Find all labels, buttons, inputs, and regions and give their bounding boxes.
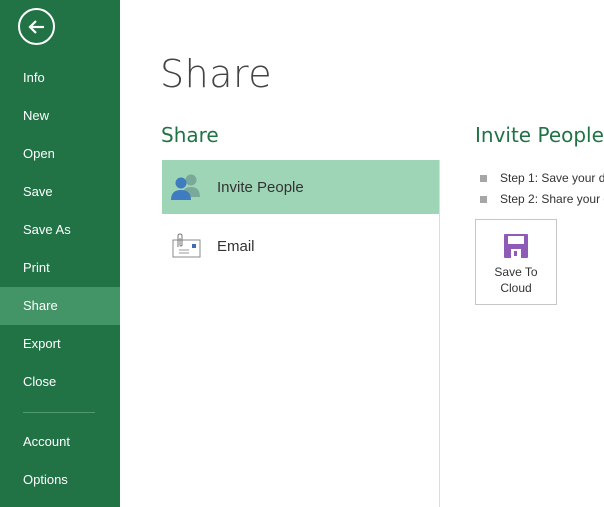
step-text: Step 2: Share your document bbox=[500, 192, 604, 206]
option-invite-people-label: Invite People bbox=[217, 178, 304, 196]
save-to-cloud-button[interactable]: Save To Cloud bbox=[475, 219, 557, 305]
nav-item-open[interactable]: Open bbox=[0, 135, 120, 173]
save-to-cloud-label: Save To Cloud bbox=[494, 264, 537, 296]
save-to-cloud-line1: Save To bbox=[494, 265, 538, 279]
option-invite-people[interactable]: Invite People bbox=[162, 160, 439, 214]
back-arrow-icon bbox=[27, 19, 44, 34]
step-item: Step 2: Share your document bbox=[480, 192, 604, 206]
floppy-disk-icon bbox=[504, 234, 528, 258]
email-attachment-icon bbox=[168, 231, 204, 261]
nav-item-share[interactable]: Share bbox=[0, 287, 120, 325]
nav-item-save-as[interactable]: Save As bbox=[0, 211, 120, 249]
options-divider bbox=[439, 160, 440, 507]
nav-item-export[interactable]: Export bbox=[0, 325, 120, 363]
people-icon bbox=[168, 172, 204, 202]
nav-item-save[interactable]: Save bbox=[0, 173, 120, 211]
sidebar-divider bbox=[23, 412, 95, 413]
option-email[interactable]: Email bbox=[162, 219, 439, 273]
nav-item-account[interactable]: Account bbox=[0, 423, 120, 461]
nav-item-close[interactable]: Close bbox=[0, 363, 120, 401]
invite-people-title: Invite People bbox=[475, 123, 604, 147]
bullet-icon bbox=[480, 195, 487, 203]
nav-item-info[interactable]: Info bbox=[0, 59, 120, 97]
back-button[interactable] bbox=[18, 8, 55, 45]
nav-item-options[interactable]: Options bbox=[0, 461, 120, 499]
backstage-sidebar: Info New Open Save Save As Print Share E… bbox=[0, 0, 120, 507]
option-email-label: Email bbox=[217, 237, 255, 255]
page-title: Share bbox=[160, 52, 273, 96]
step-text: Step 1: Save your document to a OneDrive… bbox=[500, 171, 604, 185]
share-section-title: Share bbox=[161, 123, 219, 147]
bullet-icon bbox=[480, 174, 487, 182]
nav-item-new[interactable]: New bbox=[0, 97, 120, 135]
step-item: Step 1: Save your document to a OneDrive… bbox=[480, 171, 604, 185]
nav-item-print[interactable]: Print bbox=[0, 249, 120, 287]
save-to-cloud-line2: Cloud bbox=[500, 281, 532, 295]
